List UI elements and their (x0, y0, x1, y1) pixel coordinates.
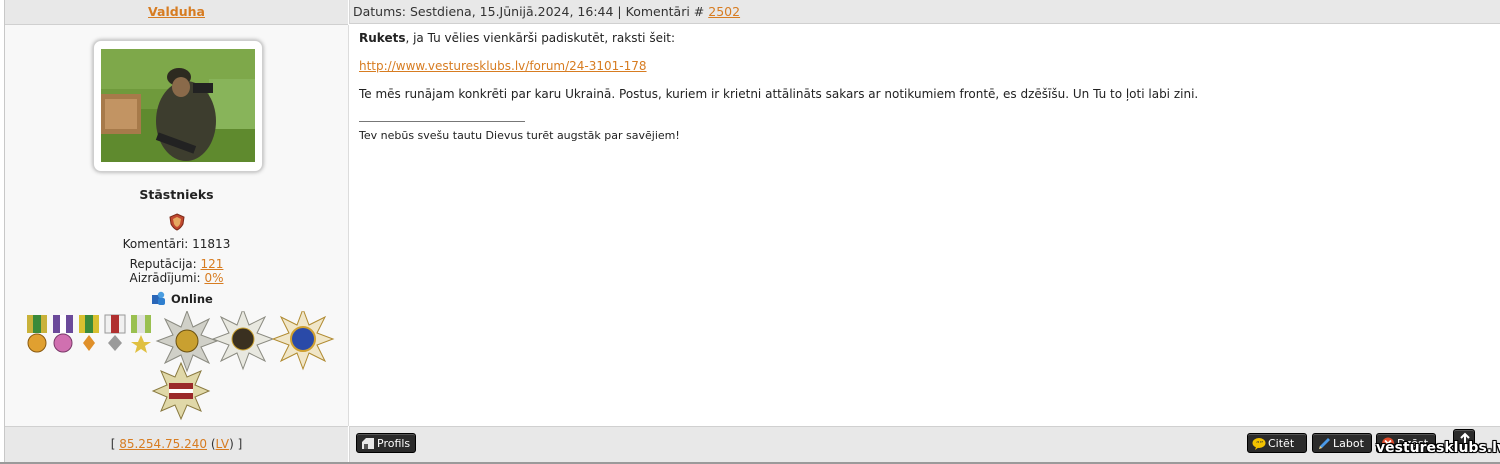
body-line-1: , ja Tu vēlies vienkārši padiskutēt, rak… (405, 31, 676, 45)
comments-count: Komentāri: 11813 (5, 237, 348, 251)
post-meta-header: Datums: Sestdiena, 15.Jūnijā.2024, 16:44… (349, 0, 1500, 24)
rank-shield-icon (169, 213, 185, 234)
bracket-close: ] (237, 437, 243, 451)
order-star-3-icon (271, 307, 335, 371)
comment-number-label: Komentāri # (625, 4, 705, 19)
forum-thread-link[interactable]: http://www.vesturesklubs.lv/forum/24-310… (359, 59, 647, 73)
comments-label: Komentāri: (122, 237, 189, 251)
meta-separator: | (617, 4, 622, 19)
quote-button[interactable]: “” Citēt (1247, 433, 1307, 453)
online-status: Online (151, 290, 213, 309)
ip-footer: [ 85.254.75.240 (LV) ] (5, 426, 348, 463)
signature-divider (359, 121, 525, 122)
medal-3-icon (79, 315, 99, 351)
bracket-open: [ (110, 437, 116, 451)
quote-button-label: Citēt (1268, 437, 1295, 450)
post-content-panel: Rukets, ja Tu vēlies vienkārši padiskutē… (349, 25, 1500, 426)
medal-5-icon (131, 315, 151, 353)
author-link[interactable]: Valduha (148, 4, 205, 19)
medals-row (25, 307, 335, 421)
paren-close: ) (229, 437, 234, 451)
post-date: Sestdiena, 15.Jūnijā.2024, 16:44 (410, 4, 614, 19)
order-star-2-icon (211, 307, 275, 371)
medal-1-icon (27, 315, 47, 353)
body-line-3: Te mēs runājam konkrēti par karu Ukrainā… (359, 87, 1199, 101)
profile-button[interactable]: Profils (356, 433, 416, 453)
edit-button-label: Labot (1333, 437, 1364, 450)
avatar-frame (93, 40, 263, 172)
quoted-username: Rukets (359, 31, 406, 45)
forum-post: Valduha Datums: Sestdiena, 15.Jūnijā.202… (4, 0, 1500, 464)
country-link[interactable]: LV (216, 437, 230, 451)
reputation: Reputācija: 121 (5, 257, 348, 271)
quote-bubble-icon: “” (1252, 437, 1266, 450)
profile-icon (361, 437, 375, 450)
medal-4-icon (104, 314, 126, 351)
pencil-icon (1317, 437, 1331, 450)
warnings-label: Aizrādījumi: (129, 271, 201, 285)
order-star-1-icon (155, 309, 219, 373)
comment-number-link[interactable]: 2502 (708, 4, 740, 19)
profile-button-label: Profils (377, 437, 411, 450)
online-user-icon (151, 290, 167, 309)
edit-button[interactable]: Labot (1312, 433, 1372, 453)
signature: Tev nebūs svešu tautu Dievus turēt augst… (359, 129, 680, 142)
medal-2-icon (53, 315, 73, 353)
warnings: Aizrādījumi: 0% (5, 271, 348, 285)
online-label: Online (171, 292, 213, 306)
reputation-link[interactable]: 121 (201, 257, 224, 271)
comments-value: 11813 (192, 237, 231, 251)
warnings-link[interactable]: 0% (204, 271, 223, 285)
site-watermark: vesturesklubs.lv (1376, 440, 1500, 456)
reputation-label: Reputācija: (129, 257, 197, 271)
author-header: Valduha (5, 0, 348, 25)
order-star-4-icon (151, 361, 211, 421)
user-rank: Stāstnieks (139, 187, 214, 202)
post-actions-footer: Profils “” Citēt Labot Dzēst (349, 426, 1500, 463)
user-info-panel: Stāstnieks Komentāri: 11813 Reputācija: … (5, 25, 349, 426)
svg-text:“”: “” (1256, 440, 1263, 448)
ip-link[interactable]: 85.254.75.240 (119, 437, 207, 451)
avatar (101, 49, 255, 162)
date-label: Datums: (353, 4, 407, 19)
post-body: Rukets, ja Tu vēlies vienkārši padiskutē… (359, 31, 1489, 101)
